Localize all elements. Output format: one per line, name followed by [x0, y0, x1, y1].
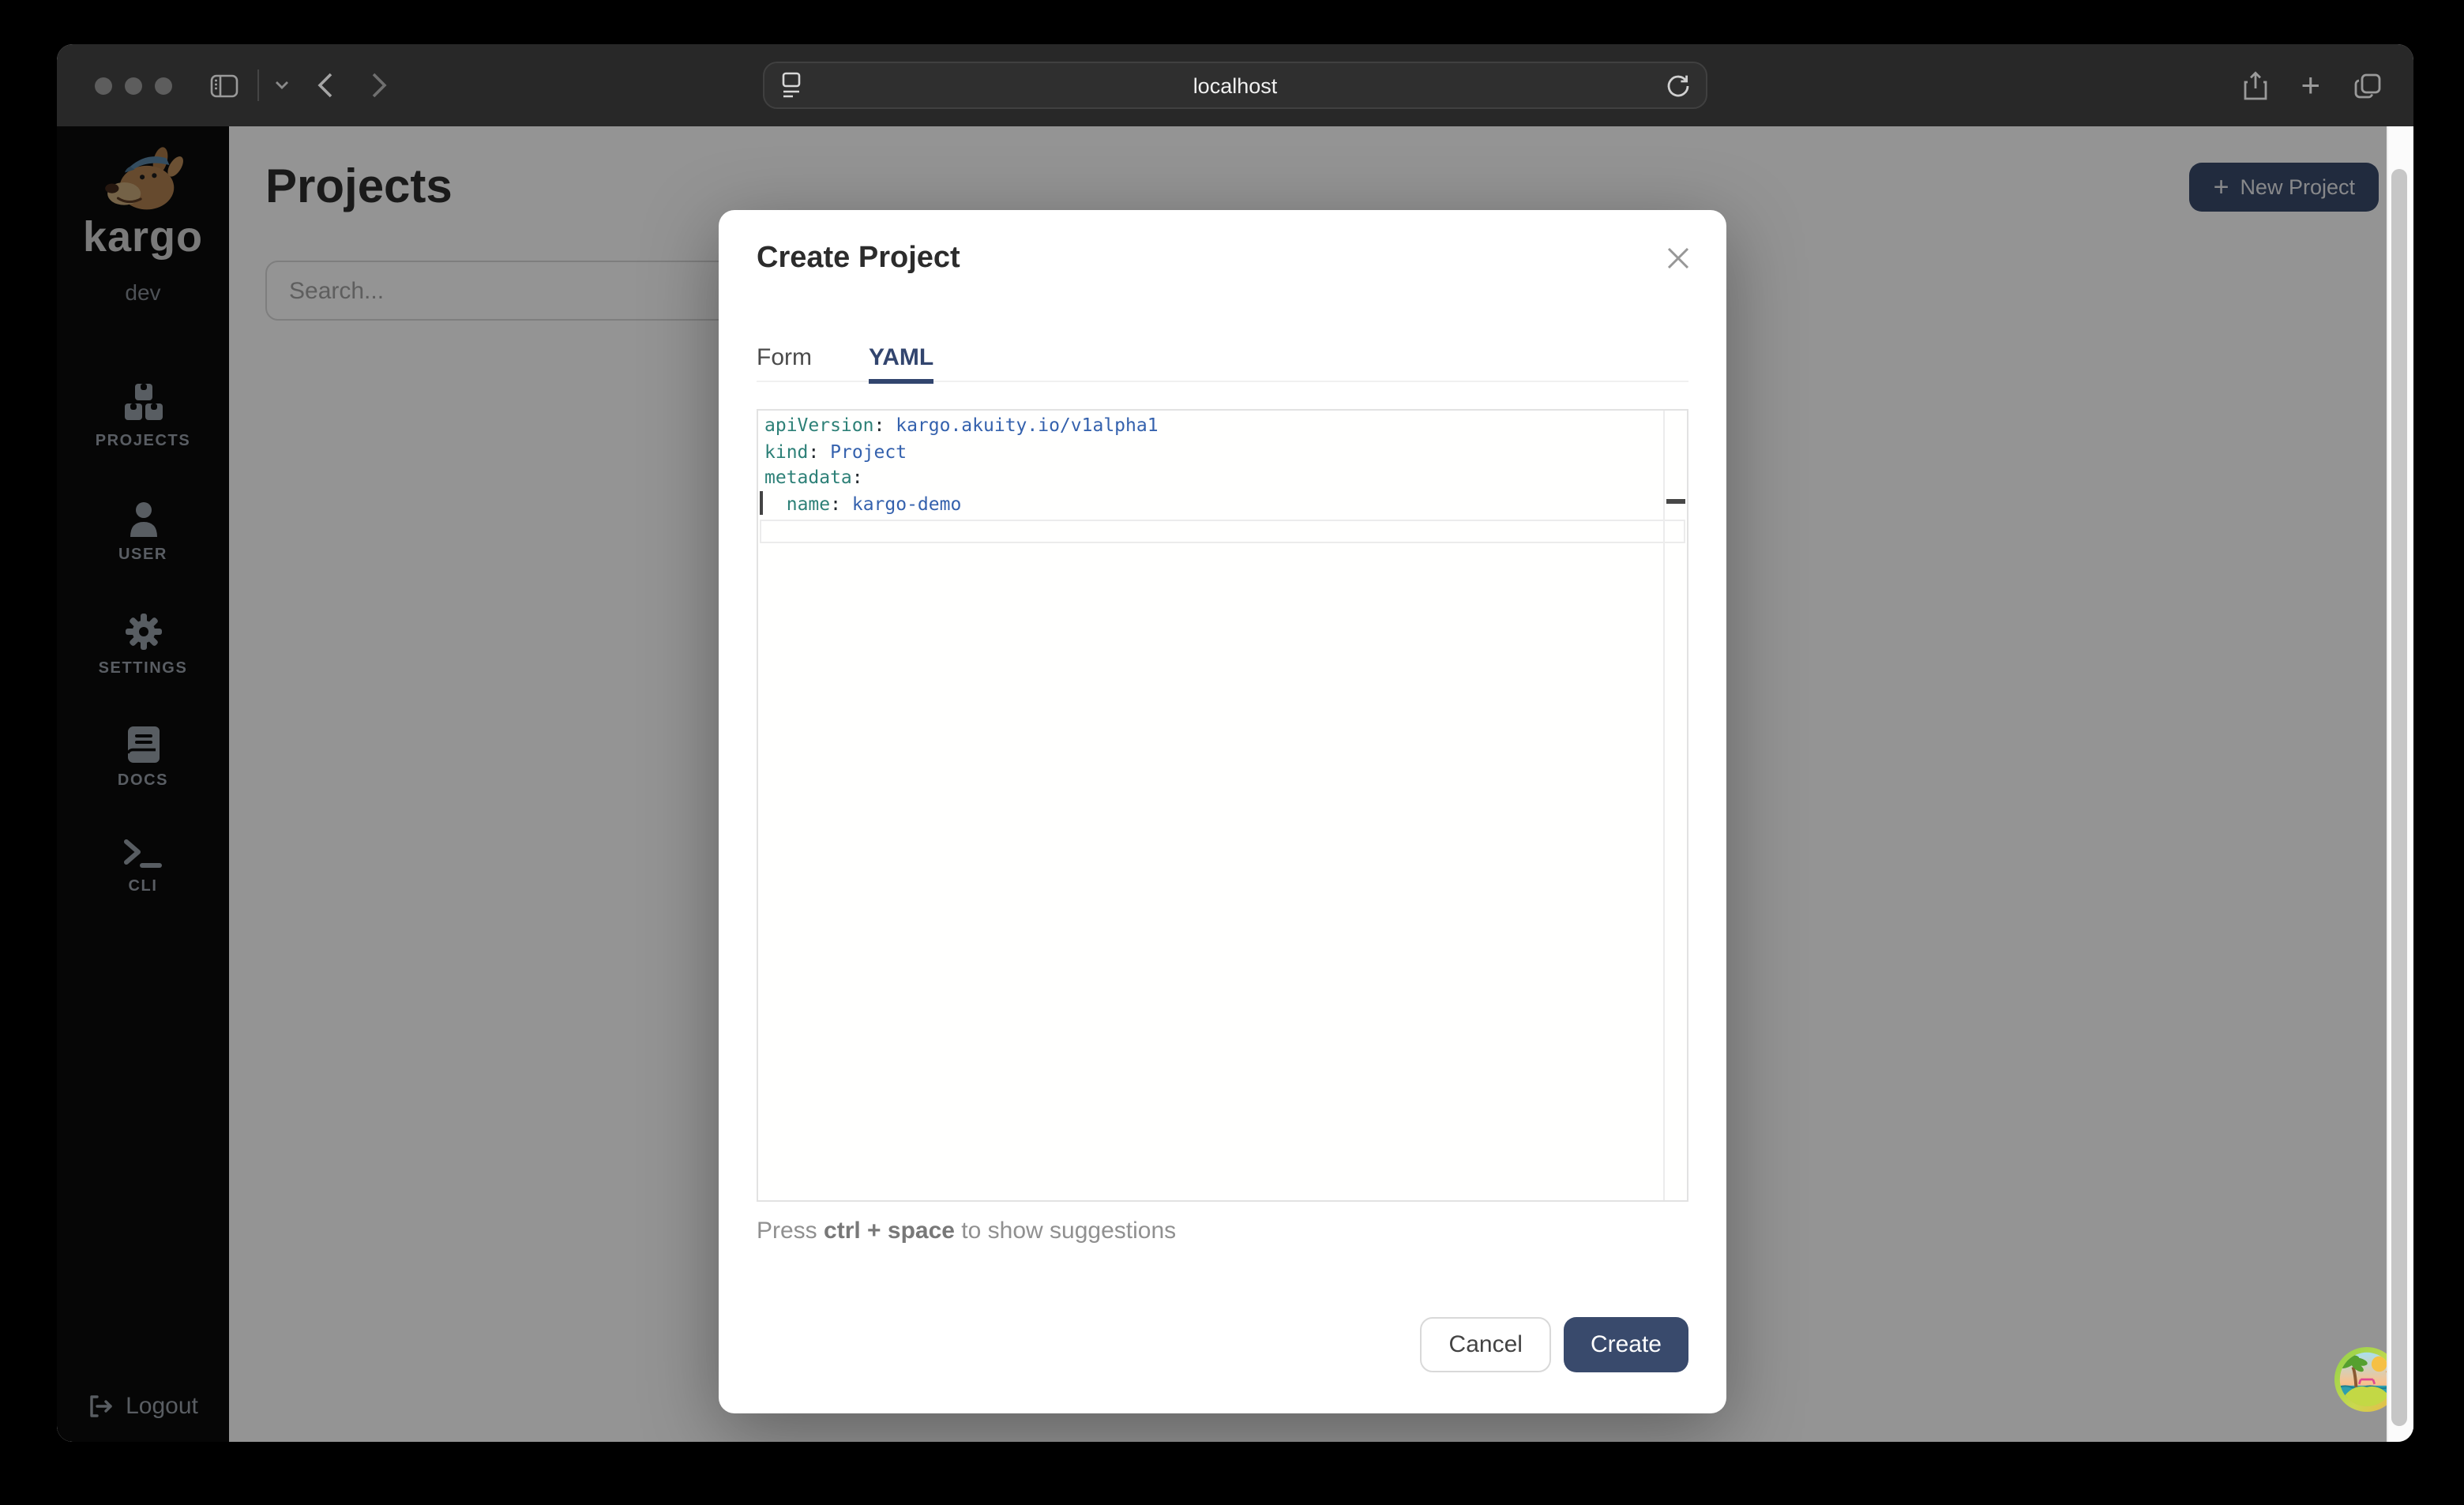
yaml-editor[interactable]: apiVersion: kargo.akuity.io/v1alpha1 kin… [757, 409, 1688, 1202]
minimize-window-button[interactable] [125, 77, 142, 94]
editor-ruler-cursor-mark [1666, 499, 1685, 504]
browser-titlebar: localhost + [57, 44, 2413, 126]
scrollbar-thumb[interactable] [2391, 169, 2407, 1426]
browser-window: localhost + [57, 44, 2413, 1442]
hint-shortcut: ctrl + space [824, 1218, 955, 1244]
chevron-down-icon[interactable] [275, 81, 289, 90]
create-project-modal: Create Project Form YAML ap [719, 210, 1726, 1413]
editor-active-line [760, 520, 1685, 543]
modal-tabs: Form YAML [757, 344, 1688, 382]
zoom-window-button[interactable] [155, 77, 172, 94]
share-icon[interactable] [2242, 70, 2267, 100]
editor-cursor [760, 491, 762, 515]
toolbar-divider [257, 69, 259, 101]
tab-yaml[interactable]: YAML [869, 344, 933, 381]
tab-form[interactable]: Form [757, 344, 812, 381]
back-icon[interactable] [317, 73, 333, 98]
cancel-button[interactable]: Cancel [1421, 1317, 1551, 1372]
editor-line: kind: Project [764, 438, 1662, 464]
create-button[interactable]: Create [1564, 1317, 1688, 1372]
screen: localhost + [0, 0, 2464, 1505]
editor-line: apiVersion: kargo.akuity.io/v1alpha1 [764, 412, 1662, 438]
page-viewport: kargo dev PROJECTS [57, 126, 2413, 1442]
active-tab-indicator [869, 379, 933, 384]
new-tab-plus-icon[interactable]: + [2301, 69, 2320, 102]
traffic-lights [95, 77, 172, 94]
modal-title: Create Project [757, 242, 1688, 276]
modal-close-button[interactable] [1655, 235, 1700, 280]
editor-overview-ruler [1663, 411, 1665, 1200]
sidebar-toggle-icon[interactable] [210, 73, 239, 97]
editor-line: metadata: [764, 464, 1662, 490]
close-window-button[interactable] [95, 77, 112, 94]
tab-overview-icon[interactable] [2353, 72, 2382, 99]
modal-footer: Cancel Create [757, 1317, 1688, 1372]
reload-icon[interactable] [1665, 73, 1692, 107]
tab-yaml-label: YAML [869, 344, 933, 371]
forward-icon[interactable] [371, 73, 387, 98]
editor-lines: apiVersion: kargo.akuity.io/v1alpha1 kin… [764, 412, 1662, 516]
scrollbar-track [2387, 126, 2413, 1442]
url-text: localhost [764, 73, 1706, 97]
editor-hint: Press ctrl + space to show suggestions [757, 1218, 1688, 1244]
close-icon [1666, 246, 1689, 269]
editor-line: name: kargo-demo [764, 490, 1662, 516]
address-bar[interactable]: localhost [763, 62, 1707, 109]
